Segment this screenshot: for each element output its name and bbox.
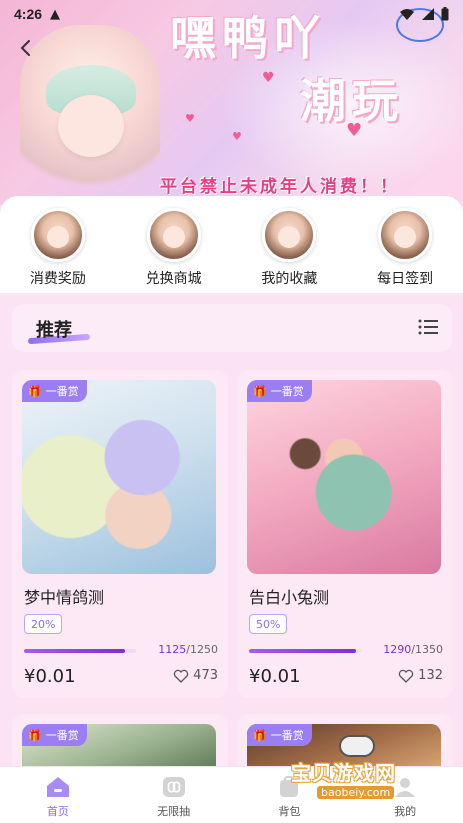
doll-face [58,95,124,157]
shortcut-label: 兑换商城 [145,271,202,287]
product-name: 告白小兔测 [249,588,330,607]
battery-icon [441,7,449,21]
tab-recommend[interactable]: 推荐 [36,316,72,342]
product-image [22,380,216,574]
product-card[interactable]: 🎁 一番赏 告白小兔测 50% 1290/1350 ¥0.01 132 [237,370,453,698]
watermark-url: baobeiy.com [317,786,395,799]
product-progress-bar [24,649,136,653]
nav-home[interactable]: 首页 [0,767,116,823]
total-count: /1350 [411,643,443,656]
product-percent-badge: 20% [24,614,63,634]
product-name: 梦中情鸽测 [24,588,105,607]
site-watermark: 宝贝游戏网 baobeiy.com [283,735,453,805]
product-tag-label: 一番赏 [45,385,79,398]
shortcut-row: 消费奖励 兑换商城 我的收藏 每日签到 [0,208,463,288]
nav-label: 我的 [394,805,417,818]
shortcut-label: 我的收藏 [261,271,318,287]
nav-infinite-draw[interactable]: 无限抽 [116,767,232,823]
hero-banner: 嘿鸭吖 潮玩 ♥ ♥ ♥ ♥ 平台禁止未成年人消费！！ [0,0,463,205]
banner-doll-image [20,25,160,200]
heart-icon: ♥ [232,130,242,143]
shortcut-my-collection[interactable]: 我的收藏 [239,208,339,288]
product-stock-count: 1125/1250 [158,643,218,656]
shortcut-label: 消费奖励 [29,271,86,287]
heart-outline-icon [398,669,414,683]
product-likes[interactable]: 473 [173,668,218,683]
heart-icon: ♥ [262,70,275,86]
product-tag-label: 一番赏 [270,385,304,398]
product-card[interactable]: 🎁 一番赏 梦中情鸽测 20% 1125/1250 ¥0.01 473 [12,370,228,698]
doll-avatar-icon [262,208,317,262]
gift-icon: 🎁 [253,384,267,398]
gift-icon: 🎁 [28,728,42,742]
signal-icon [422,8,434,20]
wifi-icon [400,9,414,20]
shortcut-daily-checkin[interactable]: 每日签到 [355,208,455,288]
status-time: 4:26 [14,6,43,22]
shortcut-exchange-mall[interactable]: 兑换商城 [124,208,224,288]
doll-avatar-icon [30,208,85,262]
back-arrow-icon[interactable] [16,38,36,58]
nav-label: 无限抽 [157,805,191,818]
product-tag-label: 一番赏 [45,729,79,742]
shortcut-label: 每日签到 [377,271,434,287]
list-menu-icon[interactable] [418,318,438,336]
watermark-text: 宝贝游戏网 [291,761,396,785]
progress-fill [249,649,357,653]
product-price: ¥0.01 [249,666,301,687]
gift-icon: 🎁 [253,728,267,742]
status-bar: 4:26 ▲ [0,0,463,28]
status-right [399,7,449,21]
gamepad-icon [339,735,375,757]
recommend-header: 推荐 [12,304,452,352]
heart-icon: ♥ [346,120,363,141]
heart-outline-icon [173,669,189,683]
product-tag: 🎁 一番赏 [22,380,87,402]
product-image [247,380,441,574]
product-tag: 🎁 一番赏 [22,724,87,746]
doll-avatar-icon [146,208,201,262]
product-price: ¥0.01 [24,666,76,687]
infinity-icon [160,774,188,800]
progress-fill [24,649,125,653]
gift-icon: 🎁 [28,384,42,398]
product-progress-bar [249,649,361,653]
heart-icon: ♥ [185,112,195,125]
likes-count: 132 [418,668,443,683]
doll-avatar-icon [378,208,433,262]
sold-count: 1290 [383,643,412,656]
total-count: /1250 [186,643,218,656]
home-icon [44,774,72,800]
nav-label: 背包 [278,805,301,818]
warning-icon: ▲ [50,6,61,22]
product-stock-count: 1290/1350 [383,643,443,656]
nav-label: 首页 [46,805,69,818]
product-likes[interactable]: 132 [398,668,443,683]
product-tag: 🎁 一番赏 [247,380,312,402]
product-card[interactable]: 🎁 一番赏 [12,714,228,784]
product-percent-badge: 50% [249,614,288,634]
age-restriction-notice: 平台禁止未成年人消费！！ [160,177,400,197]
sold-count: 1125 [158,643,187,656]
likes-count: 473 [193,668,218,683]
shortcut-consumption-rewards[interactable]: 消费奖励 [8,208,108,288]
